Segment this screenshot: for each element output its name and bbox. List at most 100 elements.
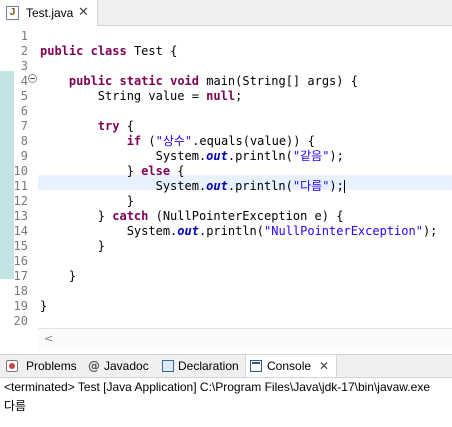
code-line: } else { xyxy=(40,164,185,179)
line-number: 18 xyxy=(13,284,28,298)
code-line: System.out.println("NullPointerException… xyxy=(40,224,438,239)
line-number: 5 xyxy=(20,89,28,103)
code-text: { xyxy=(170,164,185,178)
code-line: } xyxy=(40,269,76,284)
tab-declaration[interactable]: Declaration xyxy=(158,355,244,377)
line-number: 4 xyxy=(20,74,28,88)
line-number: 13 xyxy=(13,209,28,223)
code-string: "NullPointerException" xyxy=(264,224,423,238)
tab-declaration-label: Declaration xyxy=(178,359,239,373)
tab-problems[interactable]: Problems xyxy=(2,355,80,377)
editor-tab-bar: J Test.java ✕ xyxy=(0,0,452,26)
close-icon[interactable]: ✕ xyxy=(78,5,89,21)
code-field: out xyxy=(206,149,228,163)
code-editor[interactable]: 1 2 3 4 5 6 7 8 9 10 11 12 13 14 15 16 17 18 19 20 public c… xyxy=(0,26,452,349)
code-text: .println( xyxy=(227,149,293,163)
line-number: 14 xyxy=(13,224,28,238)
code-text: } xyxy=(40,239,106,253)
code-line: String value = null; xyxy=(40,89,243,104)
code-line: try { xyxy=(40,119,134,134)
line-number: 12 xyxy=(13,194,28,208)
code-keyword: class xyxy=(90,44,127,58)
scroll-left-icon[interactable]: < xyxy=(44,332,53,346)
code-field: out xyxy=(206,179,228,193)
code-text: ( xyxy=(141,134,156,148)
console-status: <terminated> Test [Java Application] C:\… xyxy=(4,380,430,394)
line-number: 7 xyxy=(20,119,28,133)
line-number: 16 xyxy=(13,254,28,268)
code-text: ); xyxy=(422,224,438,238)
line-number: 3 xyxy=(20,59,28,73)
code-text: System. xyxy=(40,149,207,163)
code-string: "다름" xyxy=(292,179,330,193)
line-number: 6 xyxy=(20,104,28,118)
code-string: "상수" xyxy=(155,134,193,148)
tab-console[interactable]: Console ✕ xyxy=(245,355,337,377)
code-text: .equals(value)) { xyxy=(192,134,315,148)
line-number: 19 xyxy=(13,299,28,313)
line-number: 20 xyxy=(13,314,28,328)
code-keyword: else xyxy=(141,164,171,178)
code-keyword: catch xyxy=(112,209,149,223)
code-text: .println( xyxy=(198,224,264,238)
code-line: if ("상수".equals(value)) { xyxy=(40,134,315,149)
code-text: } xyxy=(40,164,142,178)
code-keyword: public xyxy=(68,74,113,88)
tab-console-label: Console xyxy=(267,359,312,373)
console-icon xyxy=(250,360,262,372)
code-text: main(String[] args) { xyxy=(199,74,358,88)
code-line: } xyxy=(40,194,134,209)
code-text: ); xyxy=(329,149,344,163)
code-line: System.out.println("다름"); xyxy=(40,179,345,194)
tab-problems-label: Problems xyxy=(26,359,77,373)
code-line: } xyxy=(40,239,105,254)
code-line: } catch (NullPointerException e) { xyxy=(40,209,344,224)
problems-icon xyxy=(6,360,18,372)
line-number: 10 xyxy=(13,164,28,178)
fold-collapse-icon[interactable] xyxy=(28,74,37,83)
editor-tab-test-java[interactable]: J Test.java ✕ xyxy=(0,0,98,26)
console-output: 다름 xyxy=(4,399,27,413)
code-line: } xyxy=(40,299,47,314)
line-number: 15 xyxy=(13,239,28,253)
line-number: 1 xyxy=(20,29,28,43)
java-file-icon: J xyxy=(6,6,19,20)
javadoc-icon: @ xyxy=(88,359,100,373)
code-keyword: try xyxy=(97,119,120,133)
code-text: ); xyxy=(329,179,344,193)
line-number: 9 xyxy=(20,149,28,163)
code-text: } xyxy=(40,194,134,208)
code-text: } xyxy=(40,269,77,283)
code-text: System. xyxy=(40,224,178,238)
declaration-icon xyxy=(162,360,174,372)
code-text: (NullPointerException e) { xyxy=(148,209,344,223)
code-keyword: public xyxy=(40,44,84,58)
tab-javadoc-label: Javadoc xyxy=(104,359,149,373)
line-number: 17 xyxy=(13,269,28,283)
horizontal-scrollbar[interactable]: < xyxy=(38,328,452,349)
close-icon[interactable]: ✕ xyxy=(319,355,329,377)
code-keyword: static xyxy=(119,74,163,88)
editor-tab-label: Test.java xyxy=(26,6,74,20)
code-field: out xyxy=(177,224,199,238)
line-number: 8 xyxy=(20,134,28,148)
code-line: System.out.println("같음"); xyxy=(40,149,344,164)
code-line: public class Test { xyxy=(40,44,177,59)
panel-tab-bar: Problems @ Javadoc Declaration Console ✕ xyxy=(0,354,452,378)
code-text: System. xyxy=(40,179,207,193)
code-text: String value = xyxy=(40,89,207,103)
code-line: public static void main(String[] args) { xyxy=(40,74,358,89)
code-text: ; xyxy=(235,89,243,103)
code-text: } xyxy=(40,209,113,223)
line-number: 2 xyxy=(20,44,28,58)
code-keyword: null xyxy=(206,89,236,103)
line-number-gutter: 1 2 3 4 5 6 7 8 9 10 11 12 13 14 15 16 17 18 19 20 xyxy=(0,26,38,330)
code-keyword: if xyxy=(126,134,142,148)
code-text: .println( xyxy=(227,179,293,193)
